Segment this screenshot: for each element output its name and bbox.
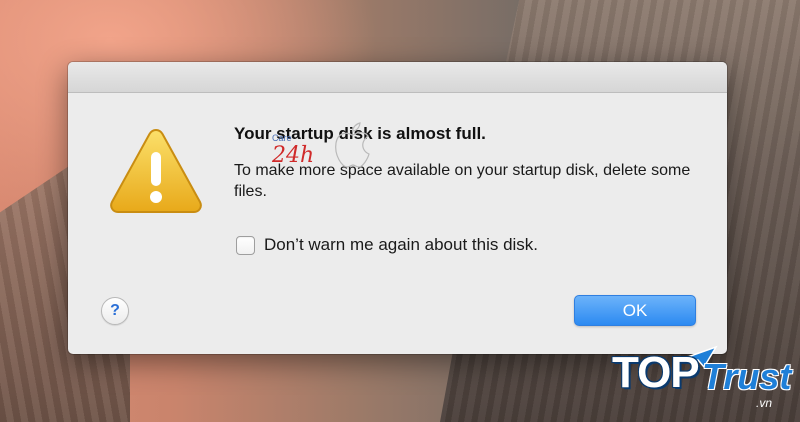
dialog-title: Your startup disk is almost full.	[234, 124, 486, 143]
brand-top-text: TOP	[612, 348, 700, 397]
alert-dialog: Your startup disk is almost full. To mak…	[68, 62, 727, 354]
toptrust-logo: TOP Trust .vn	[612, 345, 797, 415]
desktop-wallpaper: Your startup disk is almost full. To mak…	[0, 0, 800, 422]
ok-button[interactable]: OK	[574, 295, 696, 326]
dialog-titlebar	[68, 62, 727, 93]
dont-warn-checkbox-row[interactable]: Don’t warn me again about this disk.	[236, 235, 538, 255]
help-icon: ?	[110, 302, 120, 319]
brand-trust-text: Trust	[702, 356, 792, 397]
brand-vn-text: .vn	[756, 396, 773, 410]
ok-button-label: OK	[622, 300, 648, 320]
dialog-message: To make more space available on your sta…	[234, 162, 691, 200]
dont-warn-checkbox[interactable]	[236, 235, 255, 255]
warning-icon	[110, 128, 202, 213]
help-button[interactable]: ?	[101, 297, 129, 325]
dont-warn-checkbox-label[interactable]: Don’t warn me again about this disk.	[264, 235, 538, 255]
